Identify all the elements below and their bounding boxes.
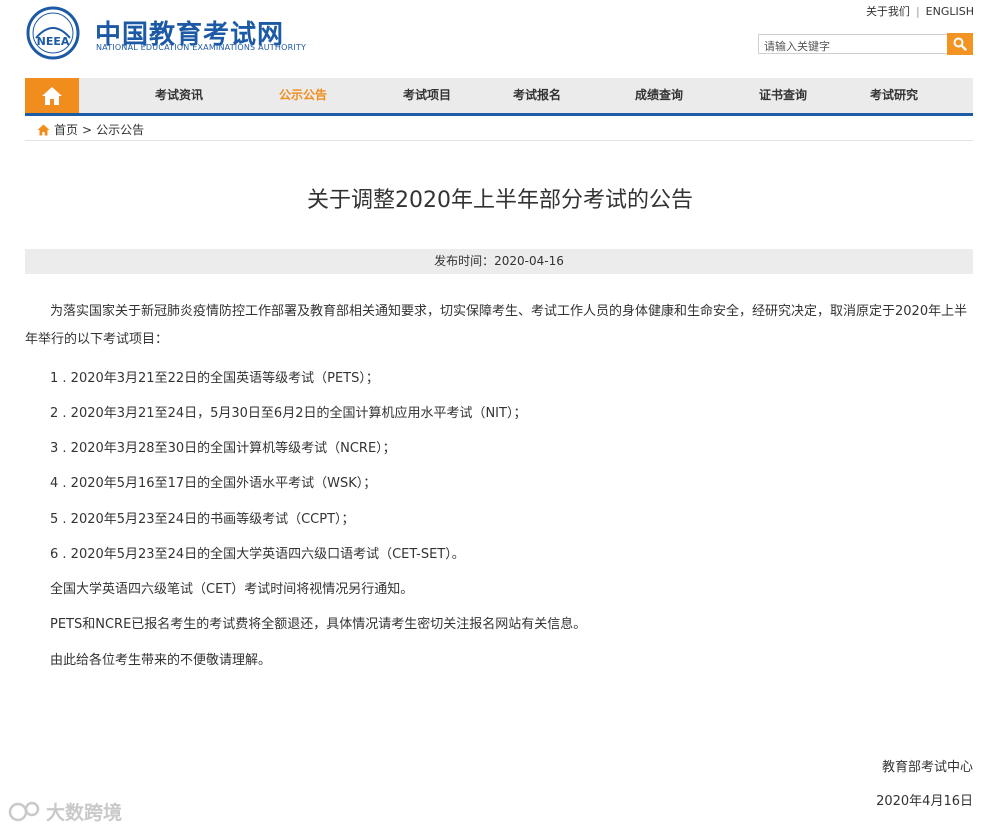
divider — [25, 140, 973, 141]
nav-item-score-query[interactable]: 成绩查询 — [635, 78, 683, 113]
divider: | — [915, 5, 920, 18]
breadcrumb-current[interactable]: 公示公告 — [96, 121, 144, 138]
nav-item-exam-projects[interactable]: 考试项目 — [403, 78, 451, 113]
breadcrumb: 首页 > 公示公告 — [37, 121, 144, 138]
search-box — [758, 34, 947, 56]
search-icon — [953, 37, 967, 51]
home-icon — [37, 124, 50, 135]
list-item: 2 . 2020年3月21至24日，5月30日至6月2日的全国计算机应用水平考试… — [50, 406, 527, 421]
nav-home-button[interactable] — [25, 78, 79, 113]
nav-item-exam-registration[interactable]: 考试报名 — [513, 78, 561, 113]
about-us-link[interactable]: 关于我们 — [866, 5, 910, 18]
list-item: 6 . 2020年5月23至24日的全国大学英语四六级口语考试（CET-SET）… — [50, 547, 465, 562]
watermark-logo-icon — [8, 801, 40, 821]
breadcrumb-separator: > — [82, 122, 93, 137]
nav-item-exam-news[interactable]: 考试资讯 — [155, 78, 203, 113]
nav-item-announcements[interactable]: 公示公告 — [279, 78, 327, 113]
nav-item-exam-research[interactable]: 考试研究 — [870, 78, 918, 113]
article-note: 全国大学英语四六级笔试（CET）考试时间将视情况另行通知。 — [50, 582, 414, 597]
search-input[interactable] — [759, 37, 944, 56]
article-note: PETS和NCRE已报名考生的考试费将全额退还，具体情况请考生密切关注报名网站有… — [50, 617, 587, 632]
signature: 教育部考试中心 — [881, 760, 973, 775]
nav-item-certificate-query[interactable]: 证书查询 — [759, 78, 807, 113]
article-title: 关于调整2020年上半年部分考试的公告 — [307, 188, 693, 213]
home-icon — [42, 86, 62, 105]
publish-date: 发布时间：2020-04-16 — [25, 249, 973, 274]
search-button[interactable] — [947, 33, 973, 55]
breadcrumb-home-link[interactable]: 首页 — [54, 121, 78, 138]
site-title-english: NATIONAL EDUCATION EXAMINATIONS AUTHORIT… — [96, 43, 307, 52]
logo-mark-text: NEEA — [37, 35, 70, 48]
list-item: 4 . 2020年5月16至17日的全国外语水平考试（WSK）； — [50, 476, 377, 491]
nav-underline — [25, 113, 973, 116]
sign-date: 2020年4月16日 — [876, 794, 973, 809]
watermark: 大数跨境 — [8, 798, 122, 825]
list-item: 3 . 2020年3月28至30日的全国计算机等级考试（NCRE）； — [50, 441, 396, 456]
watermark-text: 大数跨境 — [46, 802, 123, 824]
article-note: 由此给各位考生带来的不便敬请理解。 — [50, 653, 272, 668]
neea-logo[interactable]: NEEA — [26, 6, 80, 60]
top-links: 关于我们 | ENGLISH — [866, 3, 974, 19]
list-item: 5 . 2020年5月23至24日的书画等级考试（CCPT）； — [50, 512, 355, 527]
list-item: 1 . 2020年3月21至22日的全国英语等级考试（PETS）； — [50, 371, 379, 386]
english-link[interactable]: ENGLISH — [926, 5, 974, 18]
article-intro: 为落实国家关于新冠肺炎疫情防控工作部署及教育部相关通知要求，切实保障考生、考试工… — [25, 304, 968, 347]
